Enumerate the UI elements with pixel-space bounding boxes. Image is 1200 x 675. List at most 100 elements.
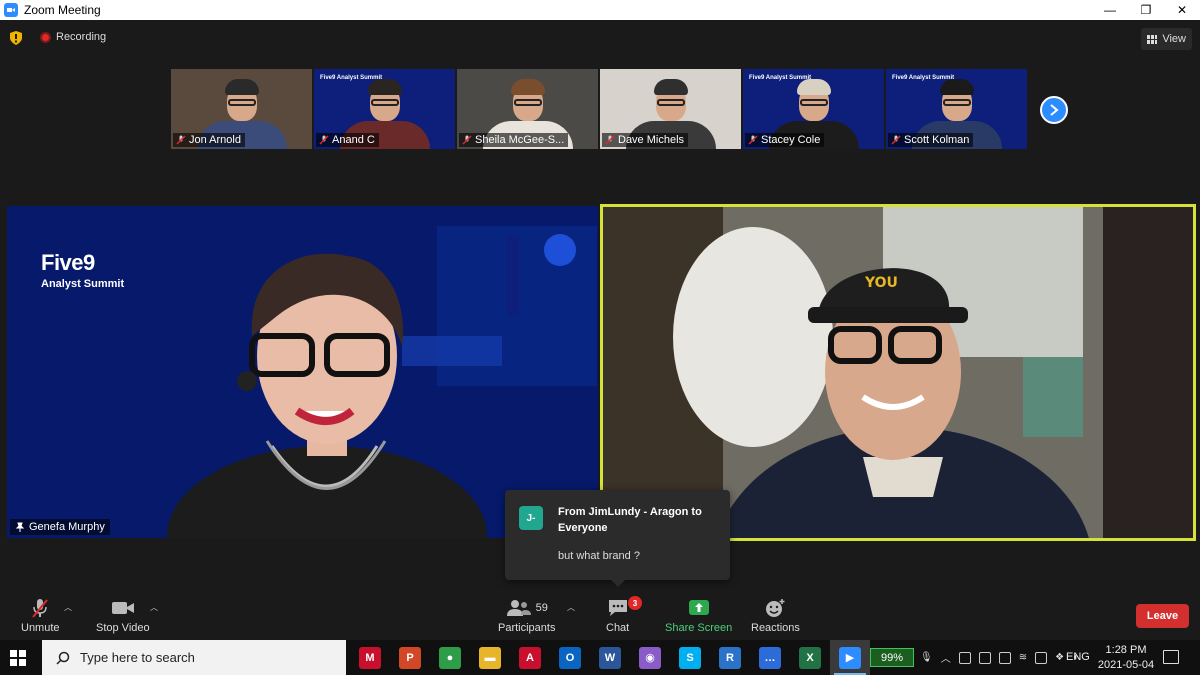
reactions-button[interactable]: Reactions xyxy=(751,598,800,634)
participants-icon xyxy=(506,600,531,616)
wifi-icon[interactable]: ≋ xyxy=(1019,652,1027,663)
windows-start-icon[interactable] xyxy=(10,650,26,666)
minimize-button[interactable]: — xyxy=(1092,0,1128,20)
tray-device-icon[interactable] xyxy=(978,651,991,664)
reactions-label: Reactions xyxy=(751,622,800,634)
microphone-muted-icon xyxy=(605,135,615,145)
participant-hair xyxy=(939,79,974,95)
microphone-muted-icon xyxy=(32,599,49,618)
taskbar-search-box[interactable]: Type here to search xyxy=(42,640,346,675)
taskbar-app-file-explorer[interactable]: ▬ xyxy=(470,640,510,675)
taskbar-app-app-r[interactable]: R xyxy=(710,640,750,675)
chrome-icon: ● xyxy=(439,646,461,669)
participant-thumbnail[interactable]: Sheila McGee-S... xyxy=(457,69,598,149)
outlook-icon: O xyxy=(559,646,581,669)
participant-glasses xyxy=(370,99,399,106)
chat-notification-popup[interactable]: J- From JimLundy - Aragon to Everyone bu… xyxy=(505,490,730,587)
meeting-toolbar: Unmute ︿ Stop Video ︿ 59 Participants ︿ xyxy=(0,590,1200,640)
taskbar-app-zoom[interactable]: ▶ xyxy=(830,640,870,675)
participant-name: Jon Arnold xyxy=(189,134,241,146)
participant-glasses xyxy=(942,99,971,106)
taskbar-app-powerpoint[interactable]: P xyxy=(390,640,430,675)
tray-app-icon[interactable] xyxy=(958,651,971,664)
video-tile-genefa[interactable]: Five9 Analyst Summit Genefa Murphy xyxy=(7,206,598,538)
participant-thumbnail[interactable]: Dave Michels xyxy=(600,69,741,149)
participants-options-caret-icon[interactable]: ︿ xyxy=(567,602,575,613)
notifications-icon[interactable] xyxy=(1163,650,1179,664)
video-camera-icon xyxy=(111,602,134,614)
view-button[interactable]: View xyxy=(1141,28,1192,50)
video-options-caret-icon[interactable]: ︿ xyxy=(150,602,158,613)
chat-button[interactable]: 3 Chat xyxy=(606,596,642,634)
participant-name-label: Genefa Murphy xyxy=(10,519,110,535)
participant-name-label: Dave Michels xyxy=(602,133,689,147)
unmute-button[interactable]: Unmute xyxy=(21,598,60,634)
taskbar-app-teams-chat[interactable]: … xyxy=(750,640,790,675)
participant-thumbnail-strip: Jon Arnold Five9 Analyst Summit Anand C … xyxy=(171,69,1027,149)
five9-subtitle: Analyst Summit xyxy=(41,278,125,290)
powerpoint-icon: P xyxy=(399,646,421,669)
restore-button[interactable]: ❐ xyxy=(1128,0,1164,20)
taskbar-app-excel[interactable]: X xyxy=(790,640,830,675)
participants-button[interactable]: 59 Participants xyxy=(498,598,555,634)
microphone-muted-icon xyxy=(891,135,901,145)
participant-hair xyxy=(653,79,688,95)
participant-thumbnail[interactable]: Five9 Analyst Summit Anand C xyxy=(314,69,455,149)
participant-name: Scott Kolman xyxy=(904,134,970,146)
security-shield-icon[interactable] xyxy=(10,31,22,45)
unmute-label: Unmute xyxy=(21,622,60,634)
share-screen-button[interactable]: Share Screen xyxy=(665,598,732,634)
participant-thumbnail[interactable]: Five9 Analyst Summit Stacey Cole xyxy=(743,69,884,149)
participant-hair xyxy=(224,79,259,95)
window-titlebar: Zoom Meeting — ❐ ✕ xyxy=(0,0,1200,20)
grid-view-icon xyxy=(1147,34,1158,44)
recording-indicator[interactable]: Recording xyxy=(40,31,106,43)
participant-glasses xyxy=(799,99,828,106)
microphone-tray-icon[interactable]: 🎙 xyxy=(920,652,933,663)
photos-icon: ◉ xyxy=(639,646,661,669)
participant-count: 59 xyxy=(535,602,548,614)
close-button[interactable]: ✕ xyxy=(1164,0,1200,20)
system-tray: 🎙 ︿ ≋ ❖ ◖ xyxy=(920,640,1078,675)
taskbar-app-chrome[interactable]: ● xyxy=(430,640,470,675)
participant-glasses xyxy=(656,99,685,106)
excel-icon: X xyxy=(799,646,821,669)
stop-video-label: Stop Video xyxy=(96,622,150,634)
taskbar-app-photos[interactable]: ◉ xyxy=(630,640,670,675)
participant-name-label: Scott Kolman xyxy=(888,133,974,147)
chevron-right-icon xyxy=(1050,104,1059,116)
participant-hair xyxy=(796,79,831,95)
participant-name: Stacey Cole xyxy=(761,134,821,146)
taskbar-app-outlook[interactable]: O xyxy=(550,640,590,675)
taskbar-app-word[interactable]: W xyxy=(590,640,630,675)
stop-video-button[interactable]: Stop Video xyxy=(96,598,150,634)
chat-sender: From JimLundy - Aragon to Everyone xyxy=(558,506,702,534)
participant-thumbnail[interactable]: Jon Arnold xyxy=(171,69,312,149)
leave-button[interactable]: Leave xyxy=(1136,604,1189,628)
participant-name: Anand C xyxy=(332,134,375,146)
taskbar-app-mcafee[interactable]: M xyxy=(350,640,390,675)
microphone-muted-icon xyxy=(748,135,758,145)
tray-display-icon[interactable] xyxy=(1035,651,1048,664)
participant-thumbnail[interactable]: Five9 Analyst Summit Scott Kolman xyxy=(886,69,1027,149)
video-frame-art: YOU xyxy=(603,207,1193,538)
next-page-button[interactable] xyxy=(1040,96,1068,124)
tray-network-icon[interactable] xyxy=(998,651,1011,664)
windows-taskbar: Type here to search M P ● ▬ A O W ◉ S R … X ▶ 99% 🎙 … xyxy=(0,640,1200,675)
pin-icon xyxy=(15,522,25,532)
taskbar-app-acrobat[interactable]: A xyxy=(510,640,550,675)
taskbar-clock[interactable]: 1:28 PM 2021-05-04 xyxy=(1096,643,1156,673)
five9-logo: Five9 Analyst Summit xyxy=(41,250,124,290)
dropbox-icon[interactable]: ❖ xyxy=(1055,652,1064,663)
participant-name: Sheila McGee-S... xyxy=(475,134,565,146)
chevron-up-icon[interactable]: ︿ xyxy=(941,650,951,665)
window-title: Zoom Meeting xyxy=(24,3,101,17)
five9-brand: Five9 xyxy=(41,250,95,275)
chat-message: but what brand ? xyxy=(558,550,640,562)
taskbar-app-skype[interactable]: S xyxy=(670,640,710,675)
battery-indicator[interactable]: 99% xyxy=(870,648,914,667)
audio-options-caret-icon[interactable]: ︿ xyxy=(64,602,72,613)
participant-name-label: Jon Arnold xyxy=(173,133,245,147)
language-indicator[interactable]: ENG xyxy=(1066,651,1090,663)
chat-bubble-icon xyxy=(608,600,627,616)
